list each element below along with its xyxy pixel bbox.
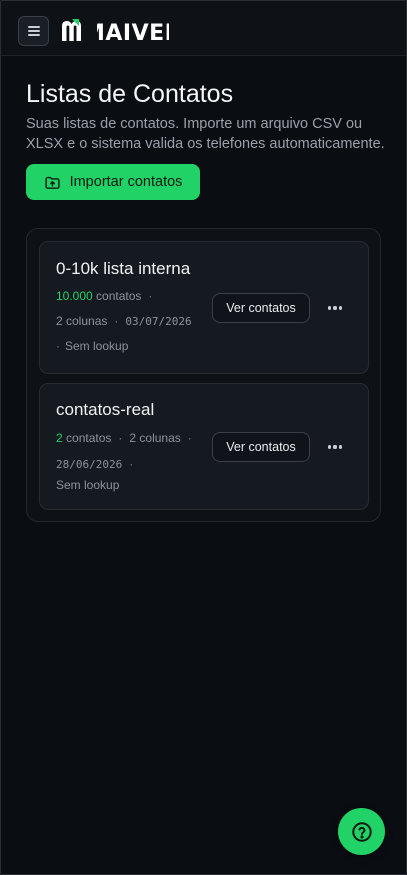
list-date: 03/07/2026 [125, 315, 192, 328]
lookup-status: Sem lookup [65, 339, 129, 353]
list-count-row: 2 contatos · 2 colunas · [56, 431, 192, 445]
page-subtitle: Suas listas de contatos. Importe um arqu… [26, 116, 385, 152]
top-bar: MAIVER [1, 1, 406, 56]
lookup-row: Sem lookup [56, 478, 119, 492]
help-circle-icon [351, 821, 372, 842]
hamburger-icon [27, 26, 40, 36]
list-name: 0-10k lista interna [56, 259, 191, 278]
lookup-status: Sem lookup [56, 478, 120, 492]
list-date: 28/06/2026 [56, 458, 123, 471]
help-button[interactable] [338, 808, 385, 855]
contact-count-suffix: contatos [66, 431, 112, 445]
list-date-row: 28/06/2026 · [56, 457, 134, 471]
list-card[interactable]: 0-10k lista interna 10.000 contatos · 2 c… [39, 241, 369, 374]
more-options-icon[interactable] [325, 437, 345, 457]
import-contacts-button[interactable]: Importar contatos [26, 164, 200, 200]
menu-button[interactable] [18, 16, 49, 46]
contact-lists-panel: 0-10k lista interna 10.000 contatos · 2 c… [26, 228, 381, 522]
list-meta-row: 2 colunas · 03/07/2026 [56, 314, 192, 328]
list-name: contatos-real [56, 400, 155, 419]
import-contacts-label: Importar contatos [69, 174, 183, 190]
contact-count: 10.000 [56, 289, 93, 303]
app-frame: MAIVER Listas de Contatos Suas listas de… [0, 0, 407, 875]
view-contacts-button[interactable]: Ver contatos [212, 432, 310, 462]
list-count-row: 10.000 contatos · [56, 289, 153, 303]
page-title: Listas de Contatos [26, 80, 234, 108]
column-count: 2 colunas [129, 431, 181, 445]
more-options-icon[interactable] [325, 298, 345, 318]
brand-logo[interactable]: MAIVER [61, 15, 169, 45]
maiver-logo-icon: MAIVER [62, 18, 169, 42]
list-card[interactable]: contatos-real 2 contatos · 2 colunas · 28/0… [39, 383, 369, 510]
lookup-row: · Sem lookup [56, 339, 129, 353]
column-count: 2 colunas [56, 314, 108, 328]
contact-count: 2 [56, 431, 63, 445]
view-contacts-button[interactable]: Ver contatos [212, 293, 310, 323]
folder-upload-icon [44, 176, 60, 189]
contact-count-suffix: contatos [96, 289, 142, 303]
